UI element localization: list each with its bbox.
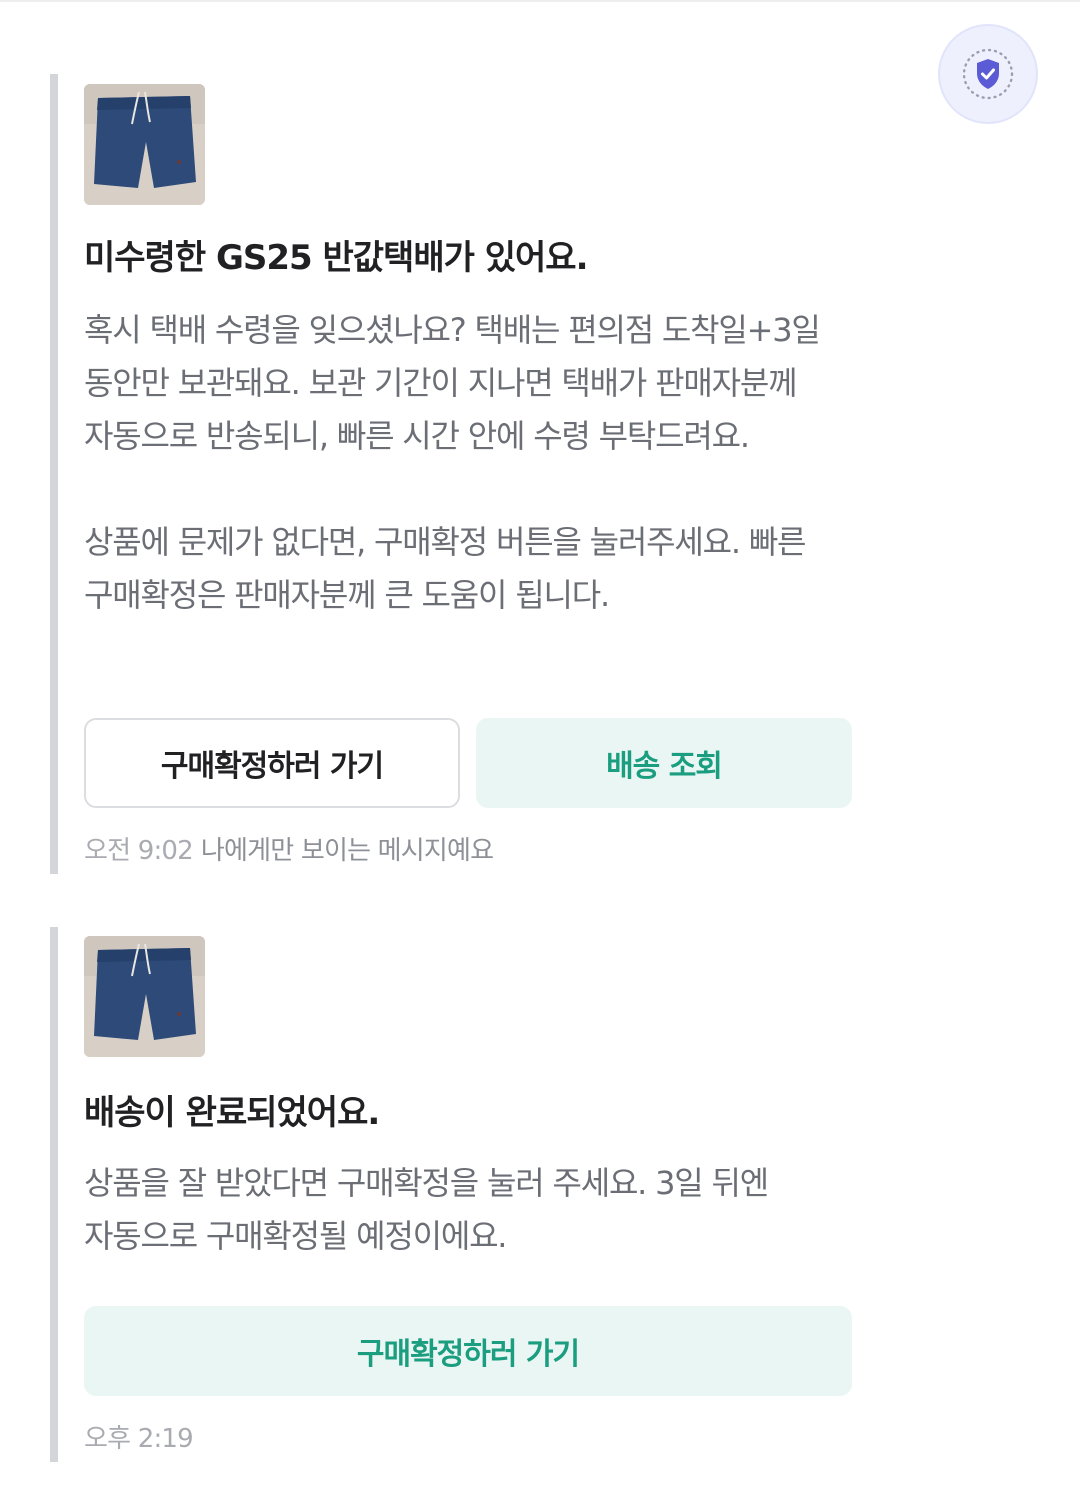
confirm-purchase-button[interactable]: 구매확정하러 가기 bbox=[84, 1306, 852, 1396]
message-title: 배송이 완료되었어요. bbox=[84, 1093, 380, 1133]
message-card: 미수령한 GS25 반값택배가 있어요. 혹시 택배 수령을 잊으셨나요? 택배… bbox=[50, 74, 870, 874]
shorts-image bbox=[84, 936, 205, 1057]
message-meta: 오후 2:19 bbox=[84, 1418, 194, 1455]
track-delivery-button[interactable]: 배송 조회 bbox=[476, 718, 852, 808]
safety-shield-button[interactable] bbox=[938, 24, 1038, 124]
product-thumbnail[interactable] bbox=[84, 84, 205, 205]
confirm-purchase-button[interactable]: 구매확정하러 가기 bbox=[84, 718, 460, 808]
message-time: 오전 9:02 bbox=[84, 836, 194, 866]
top-divider bbox=[0, 0, 1080, 2]
message-body: 혹시 택배 수령을 잊으셨나요? 택배는 편의점 도착일+3일 동안만 보관돼요… bbox=[84, 311, 821, 614]
message-title: 미수령한 GS25 반값택배가 있어요. bbox=[84, 238, 588, 278]
shield-check-icon bbox=[962, 48, 1014, 100]
message-body: 상품을 잘 받았다면 구매확정을 눌러 주세요. 3일 뒤엔 자동으로 구매확정… bbox=[84, 1164, 777, 1255]
shorts-image bbox=[84, 84, 205, 205]
message-meta: 오전 9:02 나에게만 보이는 메시지예요 bbox=[84, 830, 494, 867]
product-thumbnail[interactable] bbox=[84, 936, 205, 1057]
message-time: 오후 2:19 bbox=[84, 1424, 194, 1454]
message-card: 배송이 완료되었어요. 상품을 잘 받았다면 구매확정을 눌러 주세요. 3일 … bbox=[50, 927, 870, 1462]
private-message-note: 나에게만 보이는 메시지예요 bbox=[200, 836, 494, 866]
